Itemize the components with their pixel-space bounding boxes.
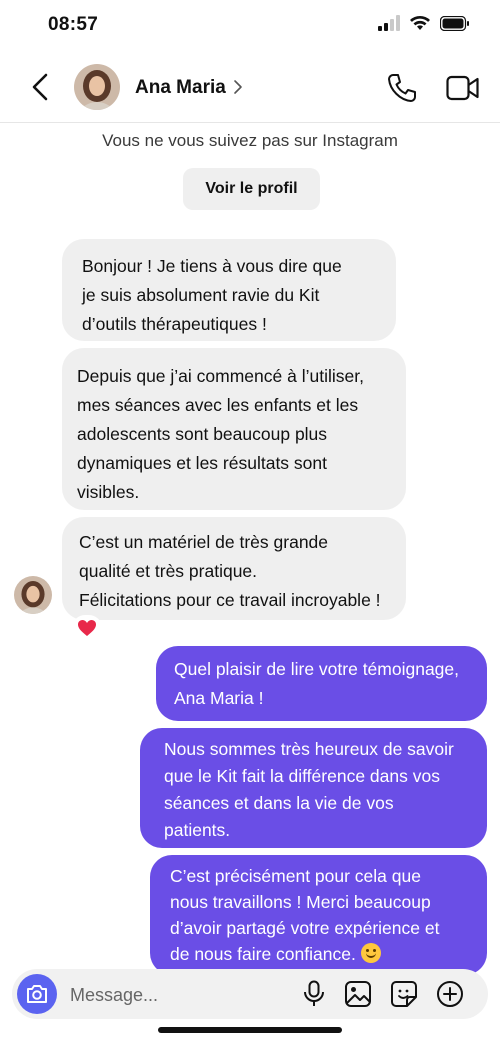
avatar-photo-icon — [74, 64, 120, 110]
message-line: je suis absolument ravie du Kit — [82, 285, 320, 305]
message-line: Depuis que j’ai commencé à l’utiliser, — [77, 366, 364, 386]
message-composer — [12, 969, 488, 1019]
outgoing-message[interactable]: Quel plaisir de lire votre témoignage, A… — [156, 646, 487, 721]
message-line: Quel plaisir de lire votre témoignage, — [174, 659, 460, 679]
avatar-photo-icon — [14, 576, 52, 614]
back-button[interactable] — [26, 70, 56, 104]
incoming-message[interactable]: Bonjour ! Je tiens à vous dire que je su… — [62, 239, 396, 341]
battery-icon — [440, 15, 469, 31]
message-line: qualité et très pratique. — [79, 561, 258, 581]
message-line-text: de nous faire confiance. — [170, 944, 356, 964]
message-line: visibles. — [77, 482, 140, 502]
message-line: C’est un matériel de très grande — [79, 532, 329, 552]
outgoing-message[interactable]: Nous sommes très heureux de savoir que l… — [140, 728, 487, 848]
message-line: patients. — [164, 820, 231, 840]
message-line: Nous sommes très heureux de savoir — [164, 739, 454, 759]
status-icons — [378, 15, 470, 31]
message-line: que le Kit fait la différence dans vos — [164, 766, 440, 786]
wifi-icon — [410, 16, 430, 30]
cellular-signal-icon — [378, 15, 400, 31]
message-line: C’est précisément pour cela que — [170, 866, 421, 886]
camera-button[interactable] — [17, 974, 57, 1014]
follow-notice: Vous ne vous suivez pas sur Instagram — [102, 131, 398, 150]
sender-avatar[interactable] — [14, 576, 52, 614]
message-line: de nous faire confiance. — [170, 941, 479, 967]
contact-name[interactable]: Ana Maria — [135, 77, 226, 99]
status-time: 08:57 — [48, 14, 99, 35]
chat-header: Ana Maria — [0, 52, 500, 123]
heart-reaction[interactable] — [72, 615, 102, 641]
heart-icon — [78, 620, 96, 636]
message-input[interactable] — [68, 977, 292, 1013]
phone-call-icon[interactable] — [386, 72, 418, 104]
camera-icon — [27, 985, 47, 1003]
status-bar: 08:57 — [0, 0, 500, 50]
message-line: séances et dans la vie de vos — [164, 793, 394, 813]
message-line: nous travaillons ! Merci beaucoup — [170, 892, 431, 912]
message-line: d’outils thérapeutiques ! — [82, 314, 267, 334]
contact-avatar[interactable] — [74, 64, 120, 110]
chevron-right-icon[interactable] — [232, 78, 244, 96]
sticker-icon[interactable] — [390, 980, 418, 1008]
gallery-icon[interactable] — [344, 980, 372, 1008]
video-call-icon[interactable] — [446, 74, 480, 102]
message-line: Félicitations pour ce travail incroyable… — [79, 590, 381, 610]
message-line: d’avoir partagé votre expérience et — [170, 918, 440, 938]
message-line: Ana Maria ! — [174, 688, 264, 708]
view-profile-button[interactable]: Voir le profil — [183, 168, 320, 210]
message-line: Bonjour ! Je tiens à vous dire que — [82, 256, 342, 276]
outgoing-message[interactable]: C’est précisément pour cela que nous tra… — [150, 855, 487, 975]
smiling-face-icon — [360, 943, 381, 963]
microphone-icon[interactable] — [302, 980, 326, 1008]
incoming-message[interactable]: Depuis que j’ai commencé à l’utiliser, m… — [62, 348, 406, 510]
incoming-message[interactable]: C’est un matériel de très grande qualité… — [62, 517, 406, 620]
add-icon[interactable] — [436, 980, 464, 1008]
message-line: adolescents sont beaucoup plus — [77, 424, 328, 444]
chevron-left-icon — [32, 73, 48, 101]
home-indicator[interactable] — [158, 1027, 342, 1033]
message-line: dynamiques et les résultats sont — [77, 453, 327, 473]
message-line: mes séances avec les enfants et les — [77, 395, 359, 415]
